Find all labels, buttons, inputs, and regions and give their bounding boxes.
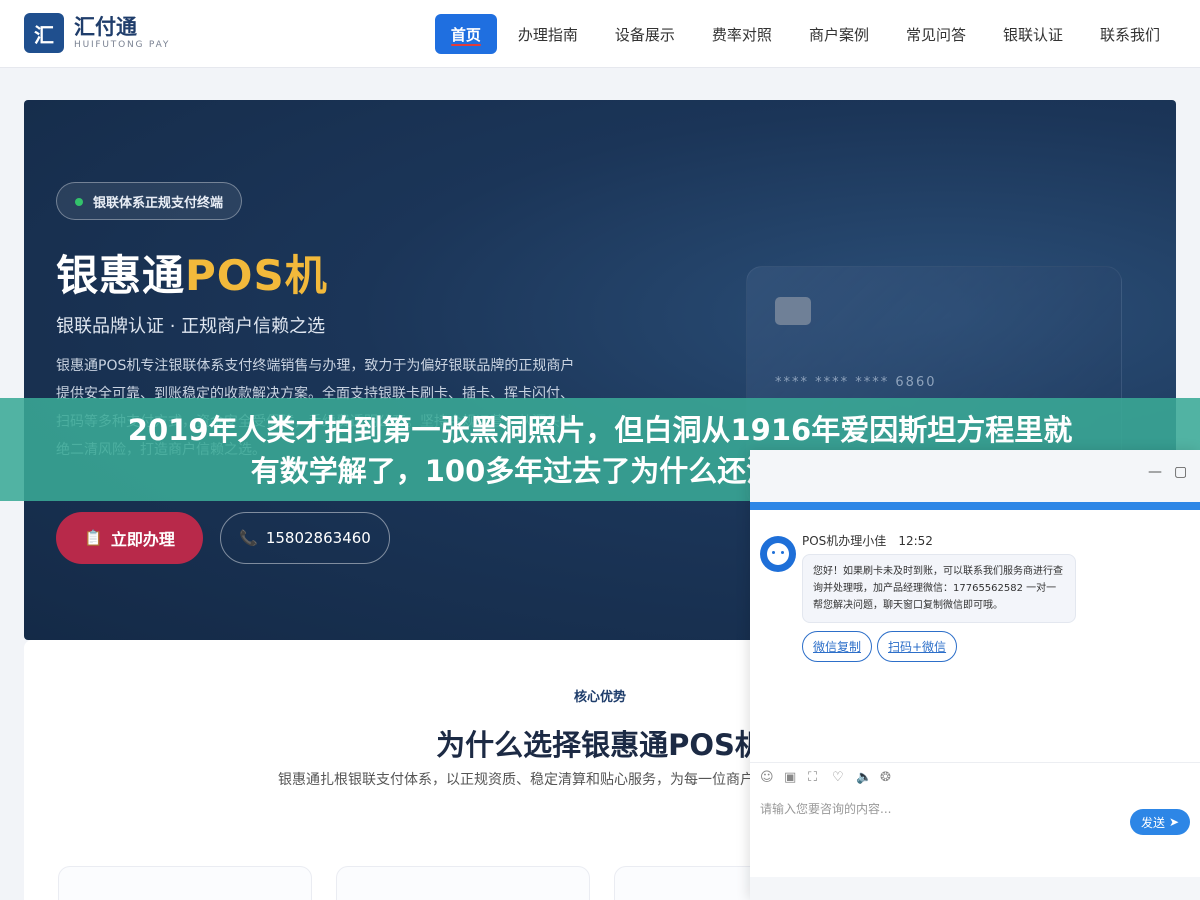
hero-tag-label: 银联体系正规支付终端 [93,195,224,211]
main-nav: 首页 办理指南 设备展示 费率对照 商户案例 常见问答 银联认证 联系我们 [434,14,1178,54]
sound-icon[interactable]: 🔈 [856,770,880,785]
minimize-icon[interactable]: — [1148,464,1162,480]
chat-bubbles-icon[interactable]: ❂ [880,770,904,785]
emoji-icon[interactable]: ☺ [760,770,784,785]
hero-subtitle: 银联品牌认证 · 正规商户信赖之选 [56,316,326,337]
apply-now-button[interactable]: 📋 立即办理 [56,512,203,564]
send-arrow-icon: ➤ [1168,815,1180,829]
hero-tag: 银联体系正规支付终端 [56,182,243,220]
nav-devices[interactable]: 设备展示 [597,14,693,54]
chat-divider [750,762,1200,763]
image-icon[interactable]: ▣ [784,770,808,785]
screenshot-icon[interactable]: ⛶ [808,770,832,785]
hero-title-highlight: POS机 [185,251,328,300]
maximize-icon[interactable]: ▢ [1174,464,1187,480]
hero-title: 银惠通POS机 [56,242,328,303]
nav-cases[interactable]: 商户案例 [791,14,887,54]
status-dot-icon [75,198,83,206]
feature-card[interactable] [336,866,590,900]
nav-home[interactable]: 首页 [434,14,497,54]
hero-title-main: 银惠通 [56,251,186,300]
site-header: 汇 汇付通 HUIFUTONG PAY 首页 办理指南 设备展示 费率对照 商户… [0,0,1200,68]
nav-contact[interactable]: 联系我们 [1082,14,1178,54]
scan-wechat-button[interactable]: 扫码+微信 [877,631,958,662]
nav-faq[interactable]: 常见问答 [888,14,984,54]
send-button[interactable]: 发送 ➤ [1130,809,1190,835]
card-number: **** **** **** 6860 [775,375,937,390]
agent-name: POS机办理小佳 [802,534,887,548]
agent-face-icon [767,543,789,565]
card-chip-icon [775,297,811,325]
phone-number: 15802863460 [265,529,371,547]
phone-icon: 📞 [239,529,258,547]
site-logo[interactable]: 汇 汇付通 HUIFUTONG PAY [24,13,170,53]
agent-message: 您好！如果刷卡未及时到账，可以联系我们服务商进行查询并处理哦，加产品经理微信：1… [802,554,1076,623]
chat-input[interactable]: 请输入您要咨询的内容... [760,800,891,817]
headline-line-1: 2019年人类才拍到第一张黑洞照片，但白洞从1916年爱因斯坦方程里就 [127,413,1073,447]
nav-rates[interactable]: 费率对照 [694,14,790,54]
copy-wechat-button[interactable]: 微信复制 [802,631,873,662]
logo-name: 汇付通 [74,15,137,39]
chat-header: — ▢ [750,450,1200,510]
phone-button[interactable]: 📞 15802863460 [220,512,390,564]
chat-footer [750,877,1200,900]
chat-header-bar [750,502,1200,510]
rating-icon[interactable]: ♡ [832,770,856,785]
agent-avatar [760,536,796,572]
apply-now-label: 立即办理 [110,530,175,549]
send-label: 发送 [1140,815,1165,830]
chat-widget: — ▢ POS机办理小佳 12:52 您好！如果刷卡未及时到账，可以联系我们服务商… [750,450,1200,900]
feature-card[interactable] [58,866,312,900]
logo-badge-icon: 汇 [24,13,64,53]
nav-guide[interactable]: 办理指南 [500,14,596,54]
clipboard-icon: 📋 [84,529,103,547]
logo-subtitle: HUIFUTONG PAY [74,40,171,50]
agent-info: POS机办理小佳 12:52 [802,532,933,549]
message-time: 12:52 [898,534,933,548]
nav-unionpay-cert[interactable]: 银联认证 [985,14,1081,54]
chat-toolbar: ☺ ▣ ⛶ ♡ 🔈 ❂ [760,770,904,785]
